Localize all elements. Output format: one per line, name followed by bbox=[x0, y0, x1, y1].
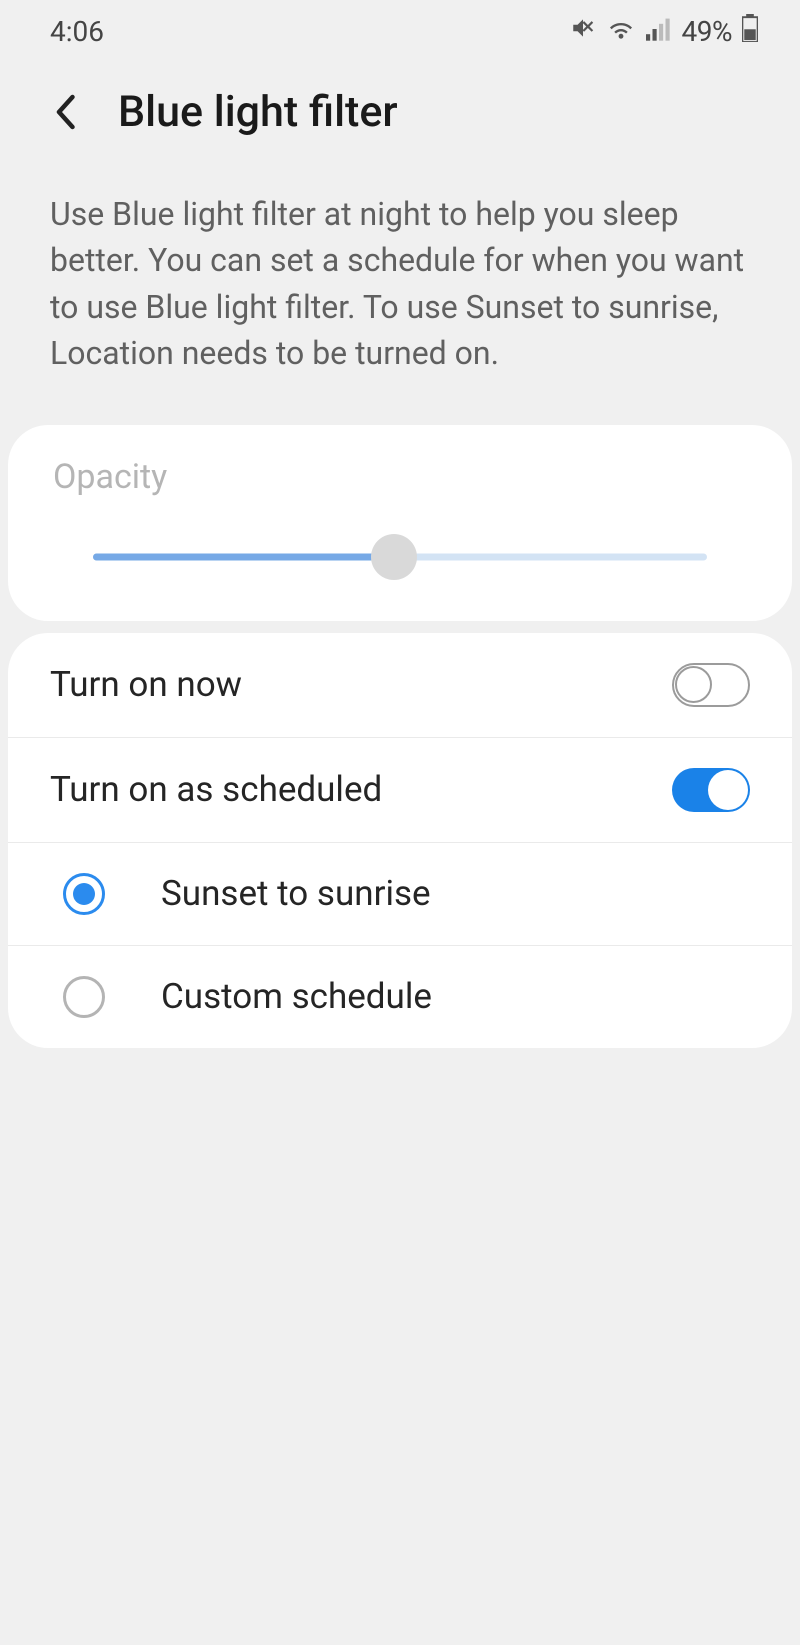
opacity-card: Opacity bbox=[8, 425, 792, 621]
custom-schedule-radio[interactable] bbox=[63, 976, 105, 1018]
mute-icon bbox=[570, 15, 596, 48]
page-title: Blue light filter bbox=[118, 87, 398, 137]
turn-on-now-label: Turn on now bbox=[50, 664, 242, 705]
status-right: 49% bbox=[570, 14, 758, 49]
turn-on-now-row[interactable]: Turn on now bbox=[8, 633, 792, 738]
settings-card: Turn on now Turn on as scheduled Sunset … bbox=[8, 633, 792, 1048]
back-button[interactable] bbox=[42, 89, 88, 135]
toggle-knob bbox=[708, 770, 748, 810]
sunset-to-sunrise-radio[interactable] bbox=[63, 873, 105, 915]
custom-schedule-row[interactable]: Custom schedule bbox=[8, 946, 792, 1048]
status-time: 4:06 bbox=[50, 15, 104, 48]
toggle-knob bbox=[675, 666, 712, 703]
slider-thumb[interactable] bbox=[371, 534, 417, 580]
chevron-left-icon bbox=[54, 94, 76, 130]
page-description: Use Blue light filter at night to help y… bbox=[0, 175, 800, 413]
battery-percent: 49% bbox=[682, 15, 732, 48]
sunset-to-sunrise-row[interactable]: Sunset to sunrise bbox=[8, 843, 792, 946]
status-bar: 4:06 49% bbox=[0, 0, 800, 59]
turn-on-scheduled-label: Turn on as scheduled bbox=[50, 769, 382, 810]
slider-fill bbox=[93, 553, 394, 560]
custom-schedule-label: Custom schedule bbox=[161, 976, 432, 1017]
sunset-to-sunrise-label: Sunset to sunrise bbox=[161, 873, 431, 914]
wifi-icon bbox=[606, 15, 636, 48]
header: Blue light filter bbox=[0, 59, 800, 175]
turn-on-now-toggle[interactable] bbox=[672, 663, 750, 707]
turn-on-scheduled-row[interactable]: Turn on as scheduled bbox=[8, 738, 792, 843]
opacity-slider[interactable] bbox=[93, 537, 707, 577]
opacity-label: Opacity bbox=[53, 457, 747, 497]
turn-on-scheduled-toggle[interactable] bbox=[672, 768, 750, 812]
battery-icon bbox=[742, 14, 758, 49]
signal-icon bbox=[646, 15, 672, 48]
